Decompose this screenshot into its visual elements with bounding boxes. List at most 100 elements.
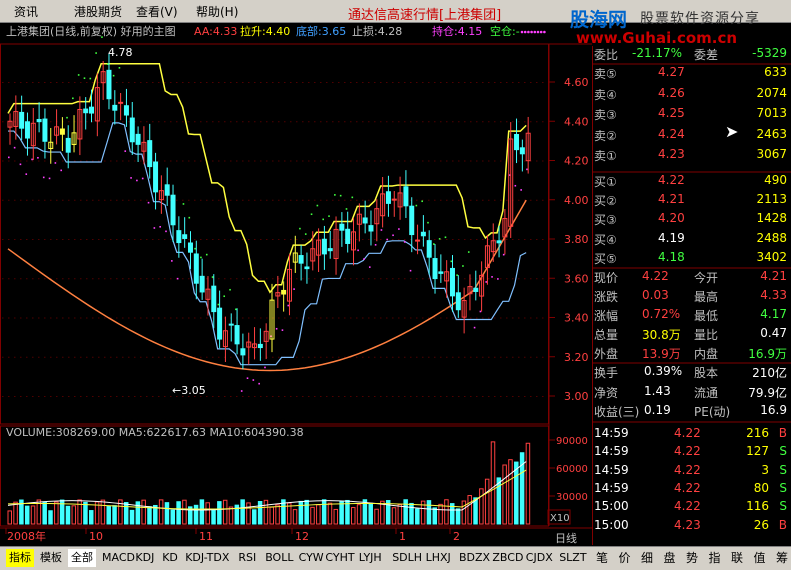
grid-dot (434, 160, 436, 162)
grid-dot (116, 317, 118, 319)
grid-dot (476, 82, 478, 83)
right-panel-tab[interactable]: 细 (641, 549, 653, 566)
grid-dot (80, 239, 82, 240)
grid-dot (356, 82, 358, 83)
grid-dot (356, 396, 358, 397)
tick-volume: 80 (753, 480, 769, 495)
tick-volume: 127 (746, 444, 769, 459)
indicator-tab[interactable]: RSI (235, 549, 259, 567)
grid-dot (512, 239, 514, 240)
grid-dot (488, 199, 490, 201)
grid-dot (518, 160, 520, 162)
grid-dot (218, 239, 220, 240)
candle-body (187, 242, 193, 253)
menu-item-help[interactable]: 帮助(H) (196, 3, 238, 20)
right-panel-tab[interactable]: 联 (731, 549, 743, 566)
grid-dot (380, 160, 382, 162)
grid-dot (110, 356, 112, 358)
grid-dot (350, 278, 352, 280)
grid-dot (254, 317, 256, 319)
menu-item-news[interactable]: 资讯 (14, 3, 38, 20)
indicator-tab[interactable]: 全部 (68, 549, 96, 567)
bid-price: 4.18 (658, 249, 685, 264)
grid-dot (98, 396, 100, 397)
sar-dot (520, 189, 522, 191)
grid-dot (398, 239, 400, 240)
grid-dot (146, 356, 148, 358)
grid-dot (410, 278, 412, 280)
kline-chart-svg[interactable]: 上港集团(日线,前复权) 好用的主图 AA:4.33 拉升:4.40 底部:3.65… (0, 22, 592, 545)
grid-dot (482, 199, 484, 201)
grid-dot (314, 317, 316, 319)
indicator-tab[interactable]: 指标 (6, 549, 34, 567)
grid-dot (74, 82, 76, 83)
grid-dot (14, 82, 16, 83)
bottom-toolbar: 指标 模板 全部 MACD KDJ KD KDJ-TDX RSI BOLL CYW CYHT LYJH… (0, 546, 791, 570)
grid-dot (386, 82, 388, 83)
bid-volume: 2113 (756, 192, 787, 207)
grid-dot (374, 239, 376, 240)
indicator-tab[interactable]: SDLH (389, 549, 425, 567)
indicator-tab[interactable]: SLZT (556, 549, 589, 567)
indicator-tab[interactable]: CJDX (523, 549, 556, 567)
grid-dot (422, 121, 424, 123)
sar-dot (188, 216, 191, 219)
grid-dot (182, 278, 184, 280)
tick-side: S (779, 462, 787, 477)
indicator-tab[interactable]: 模板 (37, 549, 65, 567)
grid-dot (230, 160, 232, 162)
grid-dot (482, 317, 484, 319)
right-panel-tab[interactable]: 筹 (776, 549, 788, 566)
indicator-tab[interactable]: KDJ-TDX (182, 549, 232, 567)
grid-dot (128, 160, 130, 162)
grid-dot (332, 317, 334, 319)
grid-dot (128, 82, 130, 83)
period-label[interactable]: 日线 (555, 531, 577, 545)
indicator-tab[interactable]: LYJH (356, 549, 385, 567)
indicator-tab[interactable]: LHXJ (423, 549, 454, 567)
grid-dot (278, 239, 280, 240)
grid-dot (434, 199, 436, 201)
grid-dot (374, 317, 376, 319)
grid-dot (368, 239, 370, 240)
grid-dot (320, 278, 322, 280)
ask-price: 4.27 (658, 65, 685, 79)
right-panel-tab[interactable]: 势 (686, 549, 698, 566)
grid-dot (326, 121, 328, 123)
indicator-tab[interactable]: BDZX (456, 549, 493, 567)
volume-bar (461, 500, 467, 525)
grid-dot (266, 121, 268, 123)
volume-bar (391, 507, 397, 525)
indicator-tab[interactable]: CYHT (322, 549, 357, 567)
sar-dot (293, 288, 295, 290)
grid-dot (188, 278, 190, 280)
menu-item-hk-futures[interactable]: 港股期货 (74, 3, 122, 20)
indicator-tab[interactable]: KDJ (132, 549, 157, 567)
grid-dot (212, 356, 214, 358)
kline-chart-panel[interactable]: 上港集团(日线,前复权) 好用的主图 AA:4.33 拉升:4.40 底部:3.65… (0, 22, 592, 545)
right-panel-tab[interactable]: 指 (709, 549, 721, 566)
indicator-tab[interactable]: KD (159, 549, 181, 567)
indicator-tab[interactable]: ZBCD (489, 549, 526, 567)
grid-dot (260, 317, 262, 319)
grid-dot (524, 121, 526, 123)
right-panel-tab[interactable]: 笔 (596, 549, 608, 566)
right-panel-tab[interactable]: 盘 (664, 549, 676, 566)
grid-dot (530, 278, 532, 280)
grid-dot (242, 396, 244, 397)
indicator-tab[interactable]: BOLL (262, 549, 296, 567)
grid-dot (314, 199, 316, 201)
candle-body (391, 198, 397, 201)
volume-bar (351, 507, 356, 525)
right-panel-tab[interactable]: 价 (619, 549, 631, 566)
right-panel-tab[interactable]: 值 (754, 549, 766, 566)
grid-dot (2, 239, 4, 240)
grid-dot (56, 199, 58, 201)
grid-dot (452, 317, 454, 319)
grid-dot (356, 278, 358, 280)
grid-dot (230, 396, 232, 397)
sar-dot (60, 169, 62, 172)
menu-item-view[interactable]: 查看(V) (136, 3, 178, 20)
grid-dot (2, 160, 4, 162)
sar-dot (386, 238, 389, 241)
